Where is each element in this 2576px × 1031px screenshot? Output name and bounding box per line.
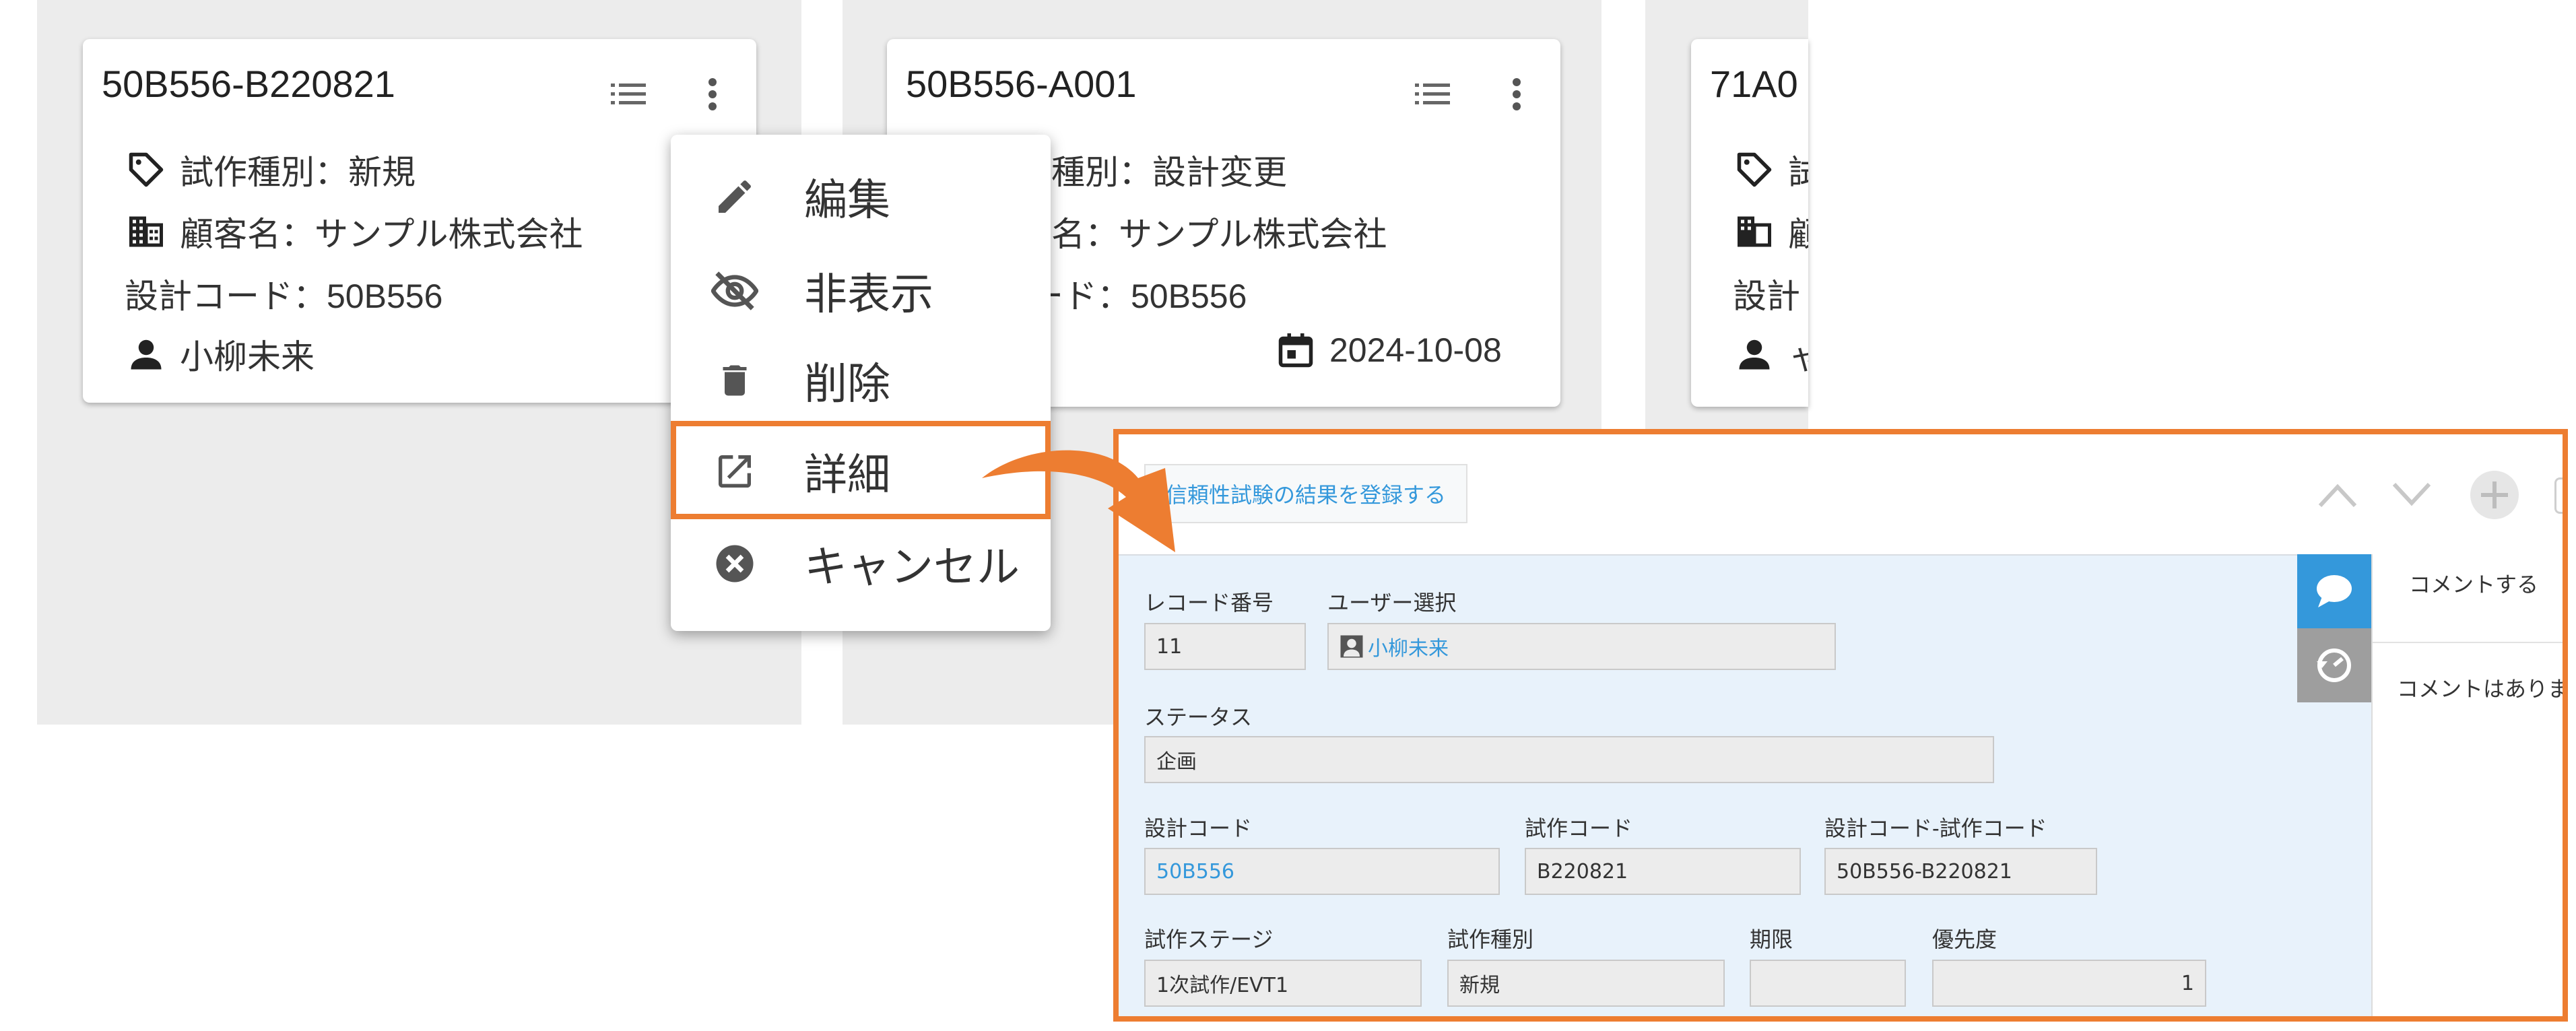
card-title: 71A0	[1710, 63, 1798, 105]
card-customer-row: 顧客名：サンプル株式会社	[126, 207, 583, 256]
side-tabs	[2297, 554, 2371, 1016]
card-date-row: 2024-10-08	[1276, 330, 1502, 370]
add-record-button[interactable]	[2468, 468, 2521, 522]
comment-sidebar: コメントする コメントはありま	[2371, 554, 2568, 1016]
proto-stage-label: 試作ステージ	[1144, 927, 1274, 952]
design-code-value[interactable]: 50B556	[1144, 848, 1500, 895]
status-label: ステータス	[1144, 705, 1253, 729]
history-tab[interactable]	[2297, 628, 2371, 702]
priority-label: 優先度	[1932, 927, 1997, 952]
comment-divider	[2373, 642, 2563, 643]
card-customer: 顧	[1788, 215, 1808, 253]
priority-value: 1	[1932, 960, 2206, 1007]
card-list-button[interactable]	[608, 74, 649, 114]
tag-icon	[129, 152, 164, 187]
combined-code-label: 設計コード-試作コード	[1824, 816, 2047, 840]
proto-type-label: 試作種別	[1447, 927, 1534, 952]
menu-item-delete[interactable]: 削除	[671, 335, 1051, 426]
record-number-label: レコード番号	[1144, 591, 1274, 615]
building-icon	[129, 216, 163, 247]
card-user: 小柳未来	[180, 338, 315, 376]
record-detail-panel: 信頼性試験の結果を登録する レコード番号 11 ユーザー選択 小柳未来 ステータ…	[1113, 429, 2568, 1022]
card-title: 50B556-A001	[906, 63, 1137, 105]
trash-icon	[711, 357, 758, 404]
card-list-button[interactable]	[1412, 74, 1453, 114]
menu-item-label: 削除	[804, 360, 890, 408]
person-icon	[131, 339, 162, 370]
pencil-icon	[711, 173, 758, 220]
more-vert-icon	[1513, 78, 1521, 110]
card-type: 試	[1788, 154, 1808, 191]
chat-bubble-icon	[2317, 575, 2352, 607]
deadline-value	[1750, 960, 1906, 1007]
card-design-code: 設計コード：50B556	[125, 277, 443, 315]
menu-item-label: 非表示	[804, 270, 933, 319]
card-user: ャ	[1788, 338, 1808, 376]
prev-record-button[interactable]	[2311, 468, 2365, 522]
user-avatar-icon	[1340, 635, 1363, 658]
card-customer: 顧客名：サンプル株式会社	[180, 215, 583, 253]
card-customer-row: 顧	[1734, 207, 1808, 256]
menu-item-hide[interactable]: 非表示	[671, 246, 1051, 336]
list-icon	[611, 84, 646, 104]
menu-item-edit[interactable]: 編集	[671, 152, 1051, 242]
card-date: 2024-10-08	[1329, 331, 1502, 369]
person-icon	[1739, 339, 1770, 370]
card-user-row: 小柳未来	[126, 330, 315, 378]
card-more-button[interactable]	[692, 74, 733, 114]
more-actions-edge[interactable]	[2554, 477, 2563, 514]
user-select-name[interactable]: 小柳未来	[1368, 632, 1449, 661]
card-user-row: ャ	[1734, 330, 1808, 378]
proto-type-value: 新規	[1447, 960, 1725, 1007]
comments-tab[interactable]	[2297, 554, 2371, 628]
calendar-icon	[1278, 333, 1313, 368]
annotation-arrow-body	[982, 450, 1175, 552]
comment-button[interactable]: コメントする	[2409, 568, 2538, 599]
chevron-up-icon	[2318, 484, 2357, 508]
history-icon	[2317, 648, 2351, 682]
card-design-code: 設計	[1733, 277, 1800, 315]
card-title: 50B556-B220821	[102, 63, 395, 105]
cancel-icon	[711, 540, 758, 587]
list-icon	[1415, 84, 1450, 104]
user-select-label: ユーザー選択	[1327, 591, 1457, 615]
no-comments-text: コメントはありま	[2397, 677, 2568, 701]
annotation-arrow	[982, 450, 1175, 552]
chevron-down-icon	[2392, 482, 2431, 506]
kanban-card-1[interactable]: 50B556-B220821 試作種別：新規 顧客名：サンプル株式会社 設計コー…	[83, 39, 756, 403]
proto-code-value: B220821	[1525, 848, 1801, 895]
card-more-button[interactable]	[1496, 74, 1537, 114]
menu-item-label: 編集	[804, 176, 890, 224]
card-type-row: 試作種別：新規	[126, 145, 416, 194]
status-value: 企画	[1144, 736, 1994, 783]
combined-code-value: 50B556-B220821	[1824, 848, 2097, 895]
card-type-row: 試	[1734, 145, 1808, 194]
proto-code-label: 試作コード	[1525, 816, 1633, 840]
eye-off-icon	[711, 267, 758, 314]
kanban-card-3[interactable]: 71A0 試 顧 設計 ャ	[1691, 39, 1808, 407]
tag-icon	[1737, 152, 1772, 187]
deadline-label: 期限	[1750, 927, 1793, 952]
next-record-button[interactable]	[2385, 468, 2439, 522]
building-icon	[1738, 216, 1771, 247]
user-select-value[interactable]: 小柳未来	[1327, 623, 1836, 670]
card-type: 試作種別：新規	[180, 154, 416, 191]
plus-circle-icon	[2470, 471, 2519, 519]
record-form: レコード番号 11 ユーザー選択 小柳未来 ステータス 企画 設計コード 50B…	[1119, 554, 2371, 1016]
proto-stage-value: 1次試作/EVT1	[1144, 960, 1422, 1007]
record-number-value: 11	[1144, 623, 1306, 670]
design-code-label: 設計コード	[1144, 816, 1253, 840]
more-vert-icon	[708, 78, 717, 110]
